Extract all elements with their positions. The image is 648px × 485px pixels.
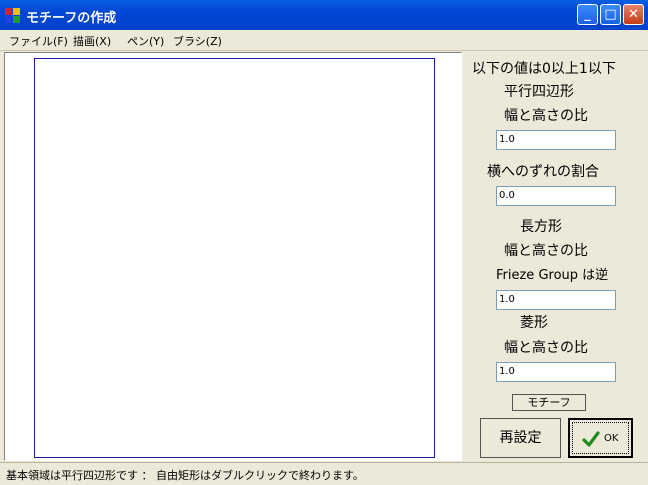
range-note: 以下の値は0以上1以下 bbox=[472, 61, 616, 77]
rhombus-ratio-input[interactable]: 1.0 bbox=[496, 362, 616, 382]
parallelogram-ratio-input[interactable]: 1.0 bbox=[496, 130, 616, 150]
shift-ratio-label: 横へのずれの割合 bbox=[487, 164, 599, 180]
maximize-button[interactable]: □ bbox=[600, 4, 621, 25]
menu-bar: ファイル(F) 描画(X) ペン(Y) ブラシ(Z) bbox=[0, 30, 648, 51]
rectangle-note: Frieze Group は逆 bbox=[496, 268, 609, 283]
minimize-button[interactable]: _ bbox=[577, 4, 598, 25]
app-icon bbox=[5, 8, 21, 24]
rectangle-ratio-label: 幅と高さの比 bbox=[504, 243, 588, 259]
close-button[interactable]: ✕ bbox=[623, 4, 644, 25]
parallelogram-ratio-label: 幅と高さの比 bbox=[504, 108, 588, 124]
menu-draw[interactable]: 描画(X) bbox=[73, 33, 111, 49]
shift-ratio-input[interactable]: 0.0 bbox=[496, 186, 616, 206]
reset-button[interactable]: 再設定 bbox=[480, 418, 561, 458]
ok-button[interactable]: OK bbox=[568, 418, 633, 458]
motif-button[interactable]: モチーフ bbox=[512, 394, 586, 411]
parallelogram-heading: 平行四辺形 bbox=[504, 84, 574, 100]
rectangle-heading: 長方形 bbox=[520, 219, 562, 235]
rhombus-ratio-label: 幅と高さの比 bbox=[504, 340, 588, 356]
window-title: モチーフの作成 bbox=[26, 11, 117, 26]
menu-brush[interactable]: ブラシ(Z) bbox=[173, 33, 222, 49]
status-text: 基本領域は平行四辺形です ： 自由矩形はダブルクリックで終わります。 bbox=[6, 469, 364, 482]
rhombus-heading: 菱形 bbox=[520, 315, 548, 331]
motif-region[interactable] bbox=[34, 58, 435, 458]
rectangle-ratio-input[interactable]: 1.0 bbox=[496, 290, 616, 310]
check-icon bbox=[582, 431, 600, 447]
title-bar[interactable]: モチーフの作成 _ □ ✕ bbox=[0, 0, 648, 30]
status-bar: 基本領域は平行四辺形です ： 自由矩形はダブルクリックで終わります。 bbox=[0, 462, 648, 485]
drawing-canvas[interactable] bbox=[4, 52, 462, 461]
ok-label: OK bbox=[604, 433, 619, 444]
menu-pen[interactable]: ペン(Y) bbox=[127, 33, 164, 49]
menu-file[interactable]: ファイル(F) bbox=[9, 33, 68, 49]
